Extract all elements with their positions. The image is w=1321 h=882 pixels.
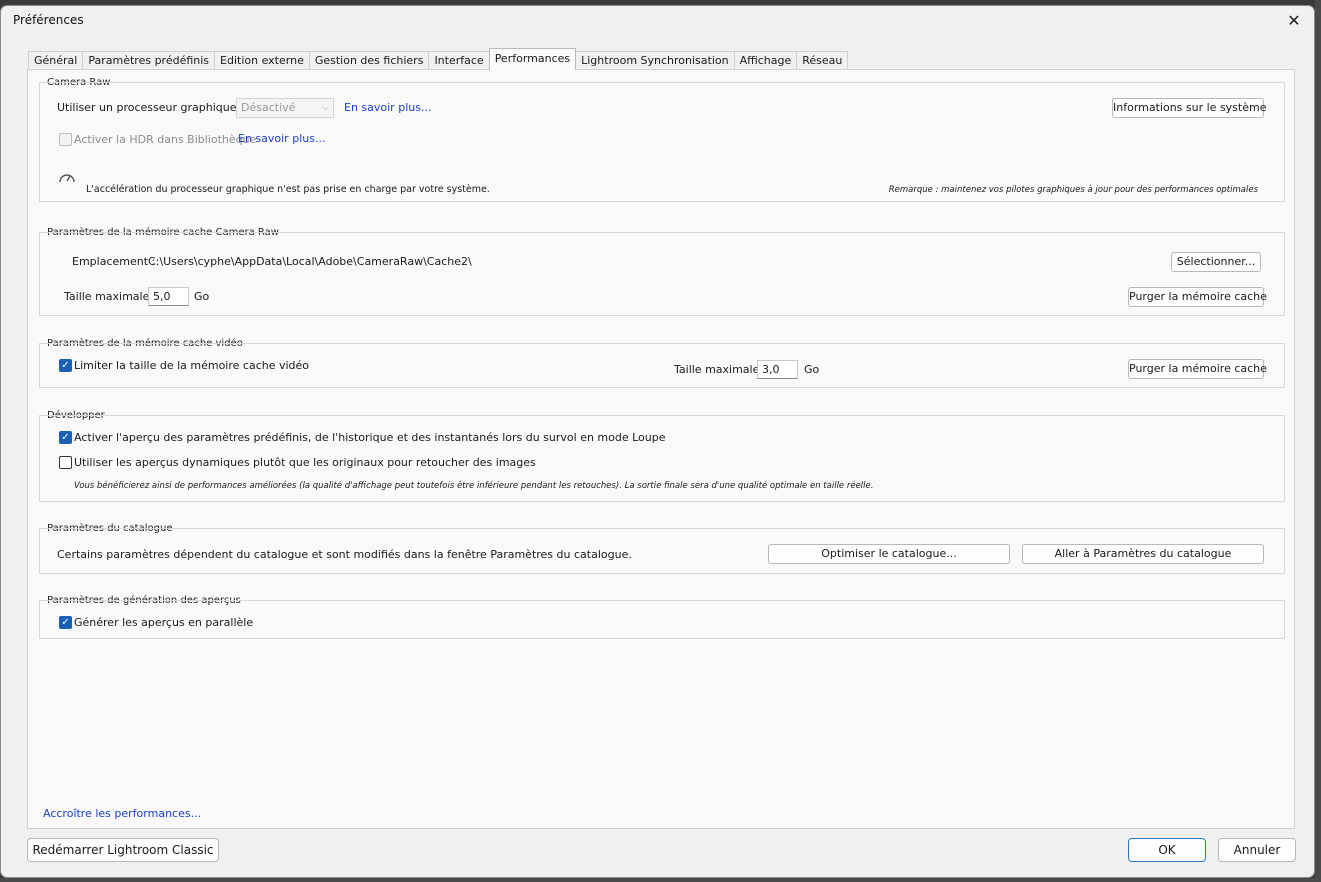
gpu-select-value: Désactivé: [241, 101, 296, 114]
tab-presets[interactable]: Paramètres prédéfinis: [82, 51, 216, 70]
hdr-learn-more-link[interactable]: En savoir plus...: [238, 132, 325, 145]
video-cache-unit: Go: [804, 363, 820, 376]
restart-lightroom-button[interactable]: Redémarrer Lightroom Classic: [27, 838, 219, 862]
raw-cache-group: [39, 232, 1285, 316]
tab-bar: Général Paramètres prédéfinis Edition ex…: [28, 48, 849, 70]
tab-file-handling[interactable]: Gestion des fichiers: [308, 51, 430, 70]
performance-panel: Camera Raw Utiliser un processeur graphi…: [27, 69, 1295, 829]
hdr-checkbox[interactable]: [59, 133, 72, 146]
gpu-select[interactable]: Désactivé ⌵: [236, 98, 334, 118]
video-cache-max-input[interactable]: 3,0: [757, 360, 798, 379]
cancel-button[interactable]: Annuler: [1218, 838, 1296, 862]
raw-cache-max-input[interactable]: 5,0: [148, 287, 189, 306]
purge-video-cache-button[interactable]: Purger la mémoire cache: [1128, 359, 1267, 379]
parallel-previews-checkbox[interactable]: ✓: [59, 616, 72, 629]
parallel-previews-label: Générer les aperçus en parallèle: [74, 616, 254, 629]
preview-presets-checkbox[interactable]: ✓: [59, 431, 72, 444]
ok-button[interactable]: OK: [1128, 838, 1206, 862]
catalog-info-text: Certains paramètres dépendent du catalog…: [57, 548, 632, 561]
system-info-button[interactable]: Informations sur le système: [1112, 98, 1266, 118]
background-app-right-edge: [1315, 0, 1321, 882]
tab-lightroom-sync[interactable]: Lightroom Synchronisation: [575, 51, 735, 70]
cache-location-value: C:\Users\cyphe\AppData\Local\Adobe\Camer…: [148, 255, 472, 268]
raw-cache-max-label: Taille maximale :: [64, 290, 157, 303]
tab-interface[interactable]: Interface: [428, 51, 490, 70]
improve-performance-link[interactable]: Accroître les performances...: [43, 807, 201, 820]
tab-network[interactable]: Réseau: [796, 51, 849, 70]
hdr-label: Activer la HDR dans Bibliothèque: [74, 133, 257, 146]
goto-catalog-settings-button[interactable]: Aller à Paramètres du catalogue: [1022, 544, 1264, 564]
smart-previews-note: Vous bénéficierez ainsi de performances …: [74, 481, 874, 491]
preferences-dialog: Préférences ✕ Général Paramètres prédéfi…: [0, 5, 1315, 878]
gpu-learn-more-link[interactable]: En savoir plus...: [344, 101, 431, 114]
background-app-bottom-edge: [0, 878, 1321, 882]
tab-performance[interactable]: Performances: [488, 48, 577, 70]
limit-video-cache-label: Limiter la taille de la mémoire cache vi…: [74, 359, 310, 372]
tab-display[interactable]: Affichage: [733, 51, 798, 70]
preview-presets-label: Activer l'aperçu des paramètres prédéfin…: [74, 431, 666, 444]
purge-raw-cache-button[interactable]: Purger la mémoire cache: [1128, 287, 1267, 307]
gpu-unsupported-message: L'accélération du processeur graphique n…: [86, 184, 490, 195]
dialog-title: Préférences: [13, 13, 84, 27]
smart-previews-checkbox[interactable]: [59, 456, 72, 469]
tab-general[interactable]: Général: [28, 51, 84, 70]
raw-cache-unit: Go: [194, 290, 210, 303]
optimize-catalog-button[interactable]: Optimiser le catalogue...: [768, 544, 1010, 564]
smart-previews-label: Utiliser les aperçus dynamiques plutôt q…: [74, 456, 536, 469]
close-icon[interactable]: ✕: [1280, 9, 1308, 33]
driver-note: Remarque : maintenez vos pilotes graphiq…: [888, 185, 1258, 195]
limit-video-cache-checkbox[interactable]: ✓: [59, 359, 72, 372]
chevron-down-icon: ⌵: [322, 103, 329, 113]
speedometer-icon: [58, 170, 76, 184]
video-cache-max-label: Taille maximale :: [674, 363, 767, 376]
tab-external-editing[interactable]: Edition externe: [214, 51, 310, 70]
cache-location-label: Emplacement :: [72, 255, 156, 268]
gpu-label: Utiliser un processeur graphique :: [57, 101, 244, 114]
select-cache-location-button[interactable]: Sélectionner...: [1171, 252, 1261, 272]
